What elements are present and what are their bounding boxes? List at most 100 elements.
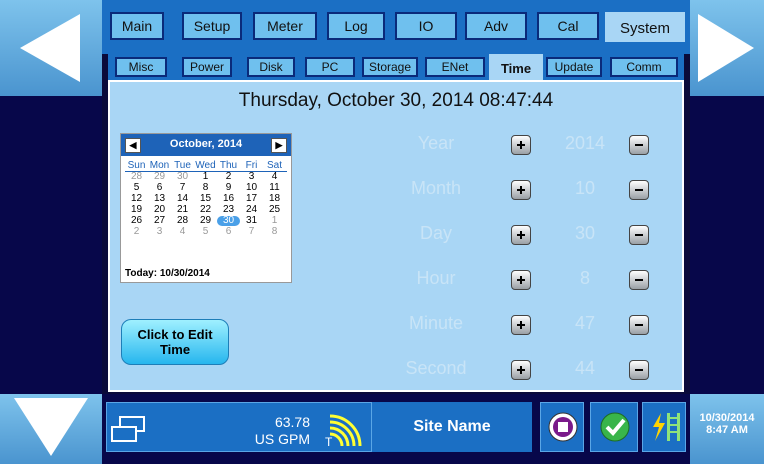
increment-second-button[interactable] [511, 360, 531, 380]
calendar-day[interactable]: 7 [240, 227, 263, 237]
edit-time-button[interactable]: Click to Edit Time [121, 319, 229, 365]
subtab-time[interactable]: Time [489, 54, 543, 82]
field-label-second: Second [405, 358, 467, 378]
calendar-day[interactable]: 3 [148, 227, 171, 237]
increment-month-button[interactable] [511, 180, 531, 200]
decrement-hour-button[interactable] [629, 270, 649, 290]
arrow-left-icon [20, 14, 80, 82]
field-label-year: Year [417, 133, 455, 153]
calendar-day[interactable]: 20 [148, 205, 171, 215]
subtab-misc[interactable]: Misc [115, 57, 167, 77]
calendar-day[interactable]: 14 [171, 194, 194, 204]
weekday-label: Sun [127, 160, 146, 171]
calendar-day[interactable]: 8 [194, 183, 217, 193]
decrement-month-button[interactable] [629, 180, 649, 200]
calendar-day[interactable]: 3 [240, 172, 263, 182]
stop-button[interactable] [540, 402, 584, 452]
calendar-day[interactable]: 25 [263, 205, 286, 215]
decrement-year-button[interactable] [629, 135, 649, 155]
weekday-label: Tue [174, 160, 191, 171]
calendar-day[interactable]: 29 [148, 172, 171, 182]
calendar-day[interactable]: 9 [217, 183, 240, 193]
tab-meter[interactable]: Meter [253, 12, 317, 40]
nav-right-button[interactable] [690, 0, 764, 96]
calendar-day[interactable]: 8 [263, 227, 286, 237]
decrement-second-button[interactable] [629, 360, 649, 380]
subtab-comm[interactable]: Comm [610, 57, 678, 77]
calendar-day[interactable]: 15 [194, 194, 217, 204]
calendar-day[interactable]: 21 [171, 205, 194, 215]
signal-indicator[interactable]: T [324, 410, 368, 450]
calendar-day[interactable]: 17 [240, 194, 263, 204]
nav-down-button[interactable] [0, 394, 102, 464]
calendar-day[interactable]: 24 [240, 205, 263, 215]
weekday-label: Thu [219, 160, 238, 171]
ladder-button[interactable] [642, 402, 686, 452]
increment-minute-button[interactable] [511, 315, 531, 335]
calendar-day[interactable]: 28 [171, 216, 194, 226]
calendar-day[interactable]: 10 [240, 183, 263, 193]
increment-year-button[interactable] [511, 135, 531, 155]
calendar-month-title: October, 2014 [169, 138, 243, 150]
calendar-day[interactable]: 4 [263, 172, 286, 182]
windows-icon [111, 416, 145, 442]
calendar-day[interactable]: 2 [217, 172, 240, 182]
tab-adv[interactable]: Adv [465, 12, 527, 40]
calendar-day[interactable]: 19 [125, 205, 148, 215]
triangle-right-icon: ▶ [275, 140, 283, 150]
calendar-day[interactable]: 30 [217, 216, 240, 226]
site-name[interactable]: Site Name [372, 402, 532, 452]
subtab-enet[interactable]: ENet [425, 57, 485, 77]
tab-cal[interactable]: Cal [537, 12, 599, 40]
increment-hour-button[interactable] [511, 270, 531, 290]
subtab-power[interactable]: Power [182, 57, 232, 77]
calendar-day[interactable]: 2 [125, 227, 148, 237]
stop-icon [548, 412, 578, 442]
field-value-day: 30 [574, 223, 596, 243]
calendar-day[interactable]: 6 [148, 183, 171, 193]
calendar-day[interactable]: 26 [125, 216, 148, 226]
status-ok-button[interactable] [590, 402, 638, 452]
increment-day-button[interactable] [511, 225, 531, 245]
calendar-day[interactable]: 18 [263, 194, 286, 204]
calendar-day[interactable]: 29 [194, 216, 217, 226]
calendar-day[interactable]: 12 [125, 194, 148, 204]
calendar-day[interactable]: 5 [194, 227, 217, 237]
calendar-next-button[interactable]: ▶ [271, 138, 287, 153]
tab-setup[interactable]: Setup [182, 12, 242, 40]
calendar-day[interactable]: 28 [125, 172, 148, 182]
tab-io[interactable]: IO [395, 12, 457, 40]
calendar-weekdays: Sun Mon Tue Wed Thu Fri Sat [121, 161, 291, 171]
calendar-day[interactable]: 11 [263, 183, 286, 193]
calendar-day[interactable]: 27 [148, 216, 171, 226]
nav-left-button[interactable] [0, 0, 102, 96]
calendar-day[interactable]: 31 [240, 216, 263, 226]
field-value-year: 2014 [564, 133, 606, 153]
subtab-storage[interactable]: Storage [362, 57, 418, 77]
calendar-day[interactable]: 6 [217, 227, 240, 237]
calendar-day[interactable]: 16 [217, 194, 240, 204]
calendar[interactable]: ◀ October, 2014 ▶ Sun Mon Tue Wed Thu Fri Sat … [120, 133, 292, 283]
calendar-day[interactable]: 22 [194, 205, 217, 215]
calendar-day[interactable]: 30 [171, 172, 194, 182]
calendar-day[interactable]: 1 [194, 172, 217, 182]
calendar-day[interactable]: 23 [217, 205, 240, 215]
calendar-day[interactable]: 4 [171, 227, 194, 237]
calendar-day[interactable]: 7 [171, 183, 194, 193]
calendar-day[interactable]: 1 [263, 216, 286, 226]
decrement-day-button[interactable] [629, 225, 649, 245]
tab-system[interactable]: System [605, 12, 685, 42]
field-label-day: Day [419, 223, 452, 243]
weekday-label: Wed [195, 160, 216, 171]
subtab-disk[interactable]: Disk [247, 57, 295, 77]
calendar-today[interactable]: Today: 10/30/2014 [125, 268, 210, 279]
decrement-minute-button[interactable] [629, 315, 649, 335]
subtab-pc[interactable]: PC [305, 57, 355, 77]
calendar-day[interactable]: 13 [148, 194, 171, 204]
tab-main[interactable]: Main [110, 12, 164, 40]
field-value-second: 44 [574, 358, 596, 378]
subtab-update[interactable]: Update [546, 57, 602, 77]
tab-log[interactable]: Log [327, 12, 385, 40]
windows-button[interactable] [110, 415, 146, 443]
calendar-day[interactable]: 5 [125, 183, 148, 193]
